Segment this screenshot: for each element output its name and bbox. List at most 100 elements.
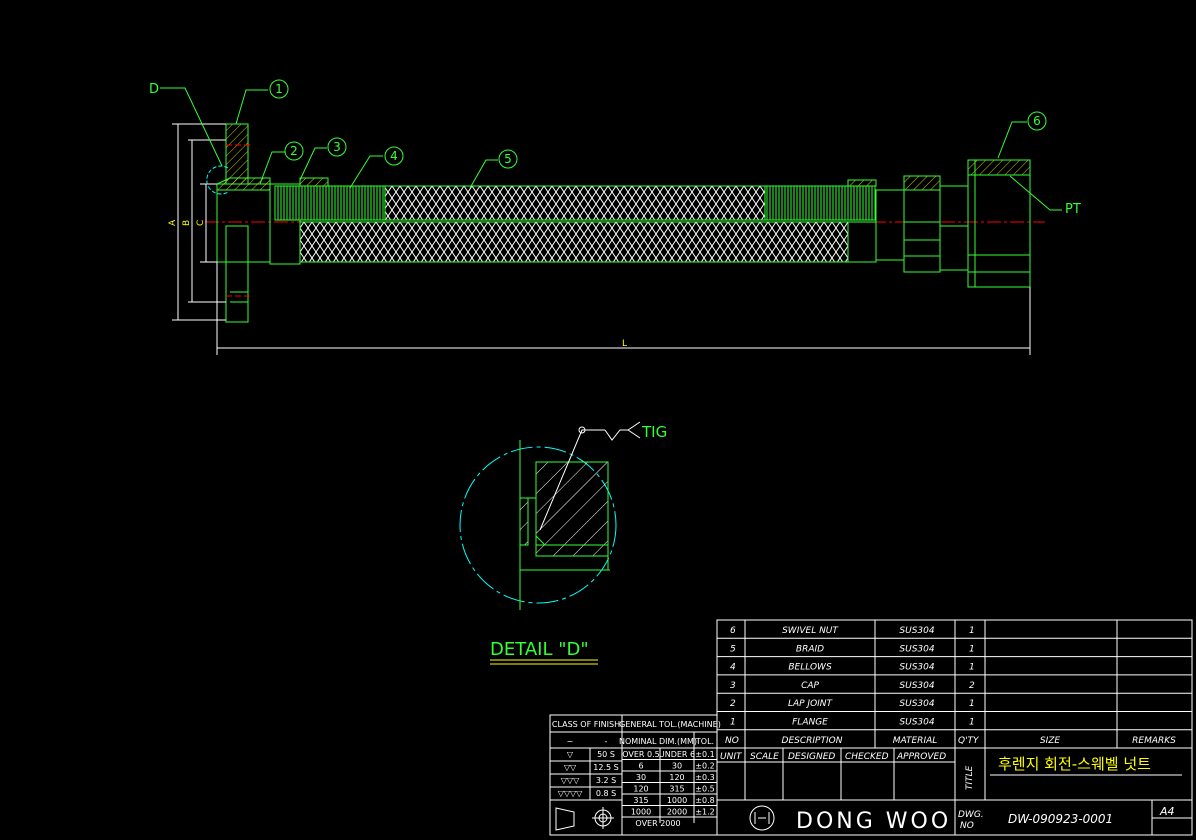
header-remarks: REMARKS <box>1132 736 1176 746</box>
tol-over: 30 <box>636 773 646 782</box>
sheet-size: A4 <box>1159 805 1175 818</box>
callout-4-text: 4 <box>390 149 398 163</box>
designed-label: DESIGNED <box>788 752 835 762</box>
tol-under: 30 <box>672 762 682 771</box>
header-qty: Q'TY <box>958 736 980 746</box>
tol-value: ±0.2 <box>695 762 714 771</box>
finish-symbol: ▽ <box>567 750 574 759</box>
unit-label: UNIT <box>720 752 743 762</box>
tol-under: 120 <box>669 773 684 782</box>
callout-5-text: 5 <box>504 152 512 166</box>
part-no: 5 <box>730 644 736 654</box>
tol-over: 1000 <box>631 808 651 817</box>
tol-header: TOL. <box>695 737 714 746</box>
dim-a-label: A <box>168 219 178 226</box>
dwg-number: DW-090923-0001 <box>1008 812 1113 826</box>
finish-value: - <box>605 737 608 746</box>
part-material: SUS304 <box>899 718 934 728</box>
company-logo <box>749 805 775 831</box>
cap-right <box>847 179 877 187</box>
dwg-label: DWG. <box>958 810 984 820</box>
assembly-view: A B C L 1 2 3 4 5 6 D PT <box>149 79 1081 355</box>
dim-b-label: B <box>182 220 192 226</box>
part-qty: 1 <box>969 699 975 709</box>
part-description: SWIVEL NUT <box>782 626 839 636</box>
callout-balloons <box>269 79 1047 169</box>
header-material: MATERIAL <box>893 736 938 746</box>
finish-symbol: ~ <box>567 737 574 746</box>
cad-drawing: A B C L 1 2 3 4 5 6 D PT TIG DETAIL "D" … <box>149 79 1193 836</box>
part-qty: 2 <box>969 681 975 691</box>
part-no: 3 <box>730 681 736 691</box>
tol-value: ±0.8 <box>695 796 714 805</box>
general-tol-header: GENERAL TOL.(MACHINE) <box>619 720 721 729</box>
part-qty: 1 <box>969 663 975 673</box>
finish-symbol: ▽▽▽ <box>561 776 580 785</box>
tol-value: ±0.1 <box>695 750 714 759</box>
header-size: SIZE <box>1040 736 1061 746</box>
callout-6-text: 6 <box>1033 114 1041 128</box>
projection-symbol <box>555 807 614 831</box>
part-qty: 1 <box>969 626 975 636</box>
part-no: 2 <box>730 699 736 709</box>
approved-label: APPROVED <box>896 752 946 762</box>
title-label: TITLE <box>965 765 975 790</box>
tol-over: 6 <box>638 762 643 771</box>
tol-under: 2000 <box>667 808 687 817</box>
dwg-no-label: NO <box>960 821 974 831</box>
flange <box>216 123 271 323</box>
thread-label: PT <box>1065 202 1081 217</box>
scale-label: SCALE <box>750 752 779 762</box>
parts-list-text: 6 SWIVEL NUT SUS304 1 5 BRAID SUS304 1 4 BELLOWS S… <box>725 626 1176 746</box>
header-description: DESCRIPTION <box>782 736 843 746</box>
part-no: 4 <box>730 663 736 673</box>
braid-upper <box>384 185 766 221</box>
detail-title: DETAIL "D" <box>490 639 589 660</box>
callout-numbers: 1 2 3 4 5 6 <box>275 82 1041 166</box>
part-description: FLANGE <box>792 718 828 728</box>
detail-marker: D <box>149 82 159 97</box>
tol-value: ±1.2 <box>695 808 714 817</box>
part-description: CAP <box>801 681 819 691</box>
finish-value: 0.8 S <box>596 789 616 798</box>
checked-label: CHECKED <box>845 752 889 762</box>
tol-under: 315 <box>669 785 684 794</box>
part-description: BELLOWS <box>788 663 832 673</box>
finish-symbol: ▽▽ <box>564 763 577 772</box>
class-of-finish-header: CLASS OF FINISH <box>552 720 620 729</box>
part-description: LAP JOINT <box>788 699 834 709</box>
swivel-nut <box>875 159 1031 288</box>
tol-over: 315 <box>633 796 648 805</box>
tol-over: 120 <box>633 785 648 794</box>
part-no: 1 <box>730 718 736 728</box>
finish-value: 3.2 S <box>596 776 616 785</box>
finish-value: 50 S <box>597 750 615 759</box>
dim-c-label: C <box>196 220 206 226</box>
part-material: SUS304 <box>899 644 934 654</box>
finish-value: 12.5 S <box>593 763 618 772</box>
bellows-right <box>764 185 876 221</box>
part-qty: 1 <box>969 718 975 728</box>
callout-2-text: 2 <box>290 144 298 158</box>
tol-under: UNDER 6 <box>659 750 695 759</box>
detail-view: TIG DETAIL "D" <box>459 421 667 665</box>
part-material: SUS304 <box>899 681 934 691</box>
tol-value: ±0.5 <box>695 785 714 794</box>
drawing-title: 후렌지 회전-스웨벨 넛트 <box>998 755 1151 773</box>
tol-over: OVER 2000 <box>635 819 680 828</box>
finish-table-text: CLASS OF FINISH GENERAL TOL.(MACHINE) NOMI… <box>550 720 721 828</box>
cap-left <box>299 177 329 187</box>
part-qty: 1 <box>969 644 975 654</box>
part-material: SUS304 <box>899 663 934 673</box>
callout-1-text: 1 <box>275 82 283 96</box>
parts-list <box>716 619 1193 749</box>
tol-over: OVER 0.5 <box>622 750 660 759</box>
nominal-dim-header: NOMINAL DIM.(MM) <box>619 737 697 746</box>
part-description: BRAID <box>796 644 824 654</box>
weld-label: TIG <box>641 423 667 441</box>
tol-value: ±0.3 <box>695 773 714 782</box>
part-material: SUS304 <box>899 699 934 709</box>
callout-3-text: 3 <box>333 140 341 154</box>
company-name: DONG WOO <box>796 809 951 834</box>
header-no: NO <box>725 736 739 746</box>
